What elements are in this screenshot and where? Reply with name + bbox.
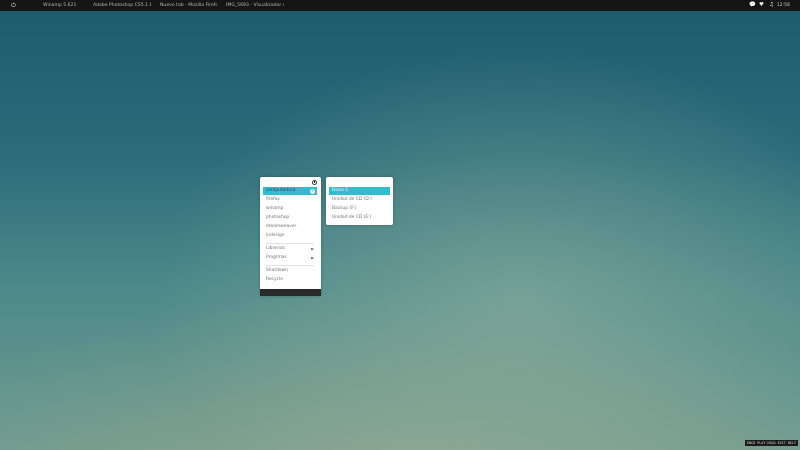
menu-item-photoshop[interactable]: photoshop xyxy=(263,214,317,222)
heart-icon[interactable]: ♥ xyxy=(759,0,764,11)
music-icon[interactable]: ♫ xyxy=(769,0,774,11)
menu-item-computadora[interactable]: computadora + xyxy=(263,187,317,195)
menu-item-label: Progrmas xyxy=(266,255,287,260)
taskbar-item-winamp[interactable]: Winamp 5.621 xyxy=(43,0,83,11)
submenu-item-cd-e[interactable]: Unidad de CD (E:) xyxy=(329,214,390,222)
submenu-item-cd-d[interactable]: Unidad de CD (D:) xyxy=(329,196,390,204)
submenu-item-backup-f[interactable]: Backup (F:) xyxy=(329,205,390,213)
menu-item-label: firefox xyxy=(266,197,280,202)
menu-item-label: Recycle xyxy=(266,277,283,282)
submenu-item-disco-c[interactable]: Disco C xyxy=(329,187,390,195)
menu-item-programas[interactable]: Progrmas ▶ xyxy=(263,254,317,262)
menu-item-label: dreamweaver xyxy=(266,224,297,229)
top-panel: ⏻ Winamp 5.621 Adobe Photoshop CS5.1 Ext… xyxy=(0,0,800,11)
power-icon[interactable] xyxy=(312,179,317,185)
menu-footer xyxy=(260,289,321,296)
menu-item-librerias[interactable]: Librerias ▶ xyxy=(263,245,317,253)
menu-item-firefox[interactable]: firefox xyxy=(263,196,317,204)
power-icon[interactable]: ⏻ xyxy=(11,0,16,11)
menu-divider xyxy=(266,265,314,266)
taskbar-item-photoshop[interactable]: Adobe Photoshop CS5.1 Exte... xyxy=(93,0,151,11)
menu-item-label: indesign xyxy=(266,233,285,238)
menu-divider xyxy=(266,243,314,244)
taskbar-item-firefox[interactable]: Nuevo tab - Mozilla Firefox... xyxy=(160,0,217,11)
menu-item-label: Shutdown xyxy=(266,268,288,273)
start-menu: computadora + firefox winamp photoshop d… xyxy=(260,177,321,296)
clock: 12:56 xyxy=(776,3,790,8)
menu-item-label: computadora xyxy=(266,188,296,193)
menu-item-winamp[interactable]: winamp xyxy=(263,205,317,213)
taskbar-item-image-viewer[interactable]: IMG_5693 - Visualizador de f... xyxy=(226,0,284,11)
menu-item-label: photoshop xyxy=(266,215,290,220)
menu-item-label: winamp xyxy=(266,206,284,211)
chat-icon[interactable]: 💬 xyxy=(749,0,756,11)
chevron-right-icon: ▶ xyxy=(311,247,314,251)
menu-item-dreamweaver[interactable]: dreamweaver xyxy=(263,223,317,231)
menu-item-recycle[interactable]: Recycle xyxy=(263,276,317,284)
menu-item-label: Librerias xyxy=(266,246,285,251)
menu-item-indesign[interactable]: indesign xyxy=(263,232,317,240)
chevron-right-icon: ▶ xyxy=(311,256,314,260)
drives-submenu: Disco C Unidad de CD (D:) Backup (F:) Un… xyxy=(326,177,393,225)
key-hint-label: ENCD PLAY HOLD EXIT BELT xyxy=(745,440,798,446)
plus-icon[interactable]: + xyxy=(310,188,315,194)
menu-item-shutdown[interactable]: Shutdown xyxy=(263,267,317,275)
